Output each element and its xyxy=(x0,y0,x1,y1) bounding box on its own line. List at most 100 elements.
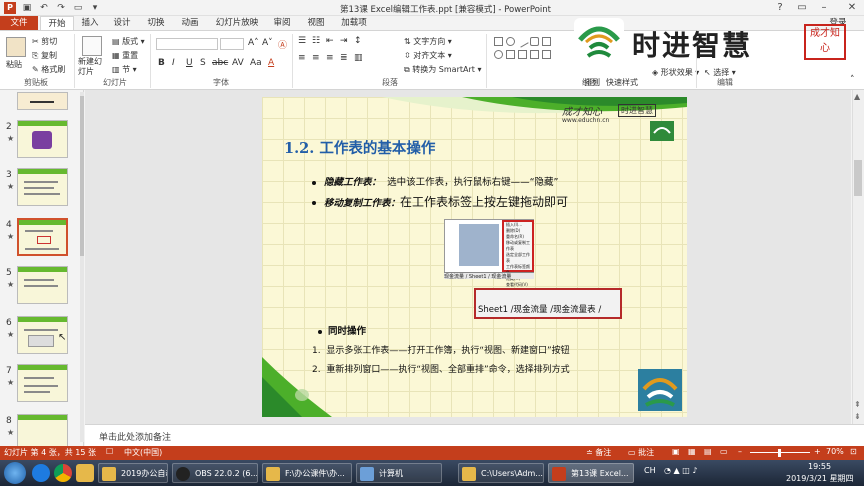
current-slide[interactable]: 成才知心 时进智慧 www.educhn.cn 1.2. 工作表的基本操作 隐藏… xyxy=(262,97,687,417)
italic-button[interactable]: I xyxy=(172,58,175,68)
next-slide-icon[interactable]: ⇟ xyxy=(854,412,861,421)
line-shape-icon[interactable] xyxy=(516,35,529,48)
explorer-icon[interactable] xyxy=(76,464,94,482)
ie-icon[interactable] xyxy=(32,464,50,482)
language-indicator[interactable]: 中文(中国) xyxy=(124,447,162,458)
collapse-ribbon-icon[interactable]: ˄ xyxy=(850,75,855,85)
brace-shape-icon[interactable] xyxy=(542,50,551,59)
slide-thumbnail-5[interactable] xyxy=(17,266,68,304)
numbering-icon[interactable]: ☷ xyxy=(312,36,320,46)
zoom-slider-thumb[interactable] xyxy=(778,449,781,457)
slide-thumbnail-3[interactable] xyxy=(17,168,68,206)
zoom-out-icon[interactable]: – xyxy=(738,447,742,456)
strikethrough-button[interactable]: abc xyxy=(212,58,228,68)
underline-button[interactable]: U xyxy=(186,58,193,68)
zoom-level[interactable]: 70% xyxy=(826,447,844,456)
change-case-button[interactable]: Aa xyxy=(250,58,262,68)
textbox-shape-icon[interactable] xyxy=(542,37,551,46)
taskbar-item-users-folder[interactable]: C:\Users\Adm... xyxy=(458,463,544,483)
tab-view[interactable]: 视图 xyxy=(302,16,330,30)
normal-view-icon[interactable]: ▣ xyxy=(672,447,680,456)
oval-shape-icon[interactable] xyxy=(506,37,515,46)
reset-button[interactable]: ▦ 重置 xyxy=(112,50,138,61)
arrow-shape-icon[interactable] xyxy=(518,50,527,59)
tab-slideshow[interactable]: 幻灯片放映 xyxy=(212,16,262,30)
taskbar-item-powerpoint[interactable]: 第13课 Excel... xyxy=(548,463,634,483)
chrome-icon[interactable] xyxy=(54,464,72,482)
font-size-combo[interactable] xyxy=(220,38,244,50)
tab-file[interactable]: 文件 xyxy=(0,16,38,30)
slideshow-view-icon[interactable]: ▭ xyxy=(720,447,728,456)
taskbar-item-folder[interactable]: F:\办公课件\办... xyxy=(262,463,352,483)
tab-transitions[interactable]: 切换 xyxy=(142,16,170,30)
tab-review[interactable]: 审阅 xyxy=(268,16,296,30)
format-painter-button[interactable]: ✎ 格式刷 xyxy=(32,64,65,75)
spellcheck-icon[interactable]: ☐ xyxy=(106,447,113,456)
tray-icons[interactable]: ◔ ▲ ◫ ♪ xyxy=(664,466,697,475)
slide-thumbnail-8[interactable] xyxy=(17,414,68,446)
line-spacing-icon[interactable]: ↕ xyxy=(354,36,362,46)
vertical-scrollbar-thumb[interactable] xyxy=(854,160,862,196)
tab-home[interactable]: 开始 xyxy=(40,16,74,30)
align-text-button[interactable]: ⇳ 对齐文本 ▾ xyxy=(404,50,452,61)
tab-insert[interactable]: 插入 xyxy=(76,16,104,30)
scroll-up-icon[interactable]: ▲ xyxy=(854,92,860,101)
undo-icon[interactable]: ↶ xyxy=(38,2,50,14)
taskbar-item-office-course[interactable]: 2019办公自动化 xyxy=(98,463,168,483)
tab-animations[interactable]: 动画 xyxy=(176,16,204,30)
font-color-button[interactable]: A xyxy=(268,58,274,68)
slide-thumbnail-7[interactable] xyxy=(17,364,68,402)
notes-toggle-button[interactable]: ≐ 备注 xyxy=(586,447,611,458)
save-icon[interactable]: ▣ xyxy=(21,2,33,14)
bullets-icon[interactable]: ☰ xyxy=(298,36,306,46)
tab-design[interactable]: 设计 xyxy=(108,16,136,30)
thumbnail-scrollbar-thumb[interactable] xyxy=(80,96,84,256)
clear-format-icon[interactable]: Ⓐ xyxy=(278,38,287,51)
tab-addins[interactable]: 加载项 xyxy=(336,16,372,30)
fit-to-window-icon[interactable]: ⊡ xyxy=(850,447,857,456)
help-icon[interactable]: ? xyxy=(770,1,790,15)
taskbar-item-obs[interactable]: OBS 22.0.2 (6... xyxy=(172,463,258,483)
slide-thumbnail-1[interactable] xyxy=(17,92,68,110)
new-slide-button[interactable]: 新建幻灯片 xyxy=(78,57,108,77)
align-center-icon[interactable]: ≡ xyxy=(312,53,320,63)
vertical-scrollbar[interactable] xyxy=(852,90,864,424)
start-slideshow-icon[interactable]: ▭ xyxy=(72,2,84,14)
clock-date[interactable]: 2019/3/21 星期四 xyxy=(786,473,854,484)
align-left-icon[interactable]: ≡ xyxy=(298,53,306,63)
char-spacing-button[interactable]: AV xyxy=(232,58,244,68)
redo-icon[interactable]: ↷ xyxy=(55,2,67,14)
increase-indent-icon[interactable]: ⇥ xyxy=(340,36,348,46)
circle-shape-icon[interactable] xyxy=(494,50,503,59)
input-method-indicator[interactable]: CH xyxy=(644,466,656,475)
comments-toggle-button[interactable]: ▭ 批注 xyxy=(628,447,654,458)
decrease-indent-icon[interactable]: ⇤ xyxy=(326,36,334,46)
customize-toolbar-icon[interactable]: ▾ xyxy=(89,2,101,14)
grow-font-icon[interactable]: A˄ xyxy=(248,38,259,48)
justify-icon[interactable]: ≣ xyxy=(340,53,348,63)
notes-pane[interactable]: 单击此处添加备注 xyxy=(85,424,864,446)
slide-sorter-icon[interactable]: ▦ xyxy=(688,447,696,456)
slide-thumbnail-4[interactable] xyxy=(17,218,68,256)
ribbon-options-icon[interactable]: ▭ xyxy=(792,1,812,15)
text-direction-button[interactable]: ⇅ 文字方向 ▾ xyxy=(404,36,452,47)
zoom-in-icon[interactable]: + xyxy=(814,447,821,456)
section-button[interactable]: ▥ 节 ▾ xyxy=(112,64,137,75)
shrink-font-icon[interactable]: A˅ xyxy=(262,38,273,48)
copy-button[interactable]: ⎘ 复制 xyxy=(32,50,57,61)
taskbar-item-computer[interactable]: 计算机 xyxy=(356,463,442,483)
new-slide-icon[interactable] xyxy=(82,36,102,56)
rectangle-shape-icon[interactable] xyxy=(494,37,503,46)
smartart-button[interactable]: ⧉ 转换为 SmartArt ▾ xyxy=(404,64,481,75)
bold-button[interactable]: B xyxy=(158,58,165,68)
minimize-button[interactable]: – xyxy=(814,1,834,15)
rounded-rect-icon[interactable] xyxy=(530,37,539,46)
reading-view-icon[interactable]: ▤ xyxy=(704,447,712,456)
align-right-icon[interactable]: ≡ xyxy=(326,53,334,63)
star-shape-icon[interactable] xyxy=(530,50,539,59)
previous-slide-icon[interactable]: ⇞ xyxy=(854,400,861,409)
close-button[interactable]: ✕ xyxy=(842,1,862,15)
layout-button[interactable]: ▤ 版式 ▾ xyxy=(112,36,145,47)
paste-icon[interactable] xyxy=(6,37,26,57)
cut-button[interactable]: ✂ 剪切 xyxy=(32,36,57,47)
